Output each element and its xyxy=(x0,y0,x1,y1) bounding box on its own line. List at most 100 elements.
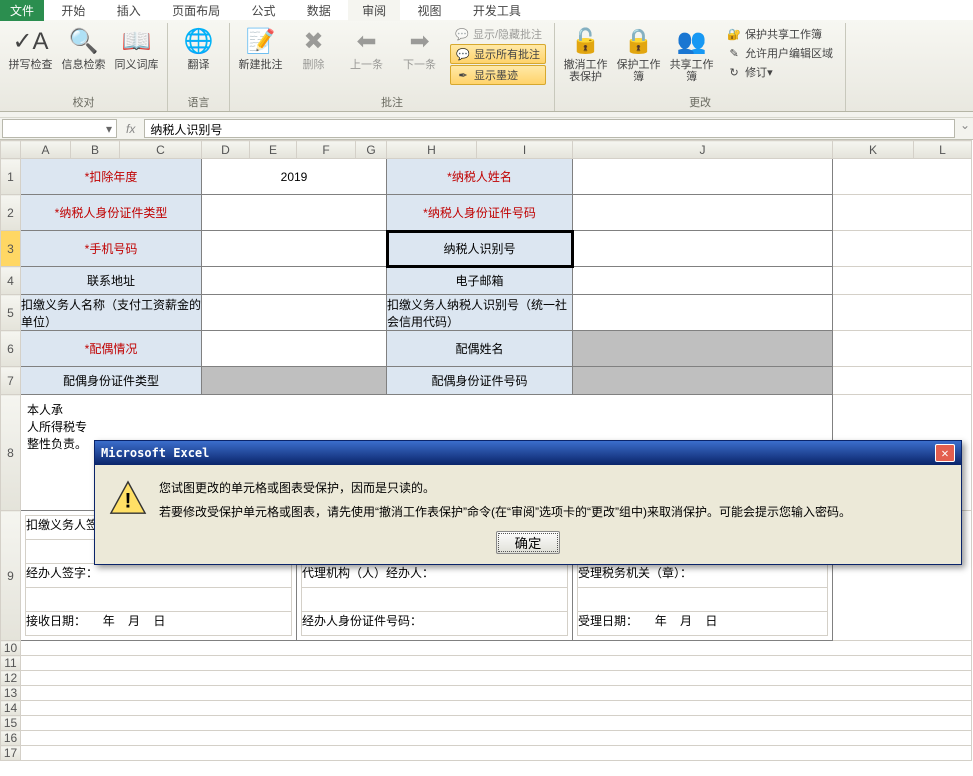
cell-empty[interactable] xyxy=(833,295,972,331)
row-5[interactable]: 5 xyxy=(1,295,21,331)
col-E[interactable]: E xyxy=(250,141,297,159)
cell-empty[interactable] xyxy=(21,671,972,686)
protect-share-button[interactable]: 🔐保护共享工作簿 xyxy=(722,25,837,43)
cell-taxid-value[interactable] xyxy=(573,231,833,267)
prev-comment-button[interactable]: ⬅ 上一条 xyxy=(344,23,389,85)
cell-empty[interactable] xyxy=(833,159,972,195)
cell-empty[interactable] xyxy=(21,701,972,716)
cell-label-spouse-idno[interactable]: 配偶身份证件号码 xyxy=(387,367,573,395)
row-10[interactable]: 10 xyxy=(1,641,21,656)
share-workbook-button[interactable]: 👥 共享工作簿 xyxy=(669,23,714,83)
row-1[interactable]: 1 xyxy=(1,159,21,195)
cell-empty[interactable] xyxy=(833,331,972,367)
tab-insert[interactable]: 插入 xyxy=(103,0,155,21)
namebox-dropdown-icon[interactable]: ▾ xyxy=(106,122,112,136)
cell-phone-value[interactable] xyxy=(202,231,387,267)
row-7[interactable]: 7 xyxy=(1,367,21,395)
ok-button[interactable]: 确定 xyxy=(496,531,561,554)
row-14[interactable]: 14 xyxy=(1,701,21,716)
cell-label-email[interactable]: 电子邮箱 xyxy=(387,267,573,295)
cell-empty[interactable] xyxy=(833,367,972,395)
translate-button[interactable]: 🌐 翻译 xyxy=(176,23,221,71)
row-12[interactable]: 12 xyxy=(1,671,21,686)
cell-label-name[interactable]: *纳税人姓名 xyxy=(387,159,573,195)
cell-label-address[interactable]: 联系地址 xyxy=(21,267,202,295)
cell-empty[interactable] xyxy=(21,656,972,671)
name-box[interactable]: ▾ xyxy=(2,119,117,138)
cell-label-spouse-idtype[interactable]: 配偶身份证件类型 xyxy=(21,367,202,395)
row-16[interactable]: 16 xyxy=(1,731,21,746)
new-comment-button[interactable]: 📝 新建批注 xyxy=(238,23,283,85)
cell-label-employer-id[interactable]: 扣缴义务人纳税人识别号（统一社会信用代码） xyxy=(387,295,573,331)
cell-spouse-idtype-value[interactable] xyxy=(202,367,387,395)
col-G[interactable]: G xyxy=(356,141,387,159)
tab-view[interactable]: 视图 xyxy=(404,0,456,21)
cell-empty[interactable] xyxy=(833,267,972,295)
row-15[interactable]: 15 xyxy=(1,716,21,731)
show-all-comments-button[interactable]: 💬显示所有批注 xyxy=(450,44,546,64)
cell-year-value[interactable]: 2019 xyxy=(202,159,387,195)
cell-label-spouse-name[interactable]: 配偶姓名 xyxy=(387,331,573,367)
cell-employer-id-value[interactable] xyxy=(573,295,833,331)
cell-empty[interactable] xyxy=(833,195,972,231)
cell-email-value[interactable] xyxy=(573,267,833,295)
cell-spouse-name-value[interactable] xyxy=(573,331,833,367)
cell-empty[interactable] xyxy=(21,716,972,731)
cell-idtype-value[interactable] xyxy=(202,195,387,231)
research-button[interactable]: 🔍 信息检索 xyxy=(61,23,106,71)
close-icon[interactable]: ✕ xyxy=(935,444,955,462)
fx-icon[interactable]: fx xyxy=(126,122,135,136)
col-L[interactable]: L xyxy=(914,141,972,159)
file-tab[interactable]: 文件 xyxy=(0,0,44,21)
unprotect-sheet-button[interactable]: 🔓 撤消工作表保护 xyxy=(563,23,608,83)
col-A[interactable]: A xyxy=(21,141,71,159)
row-13[interactable]: 13 xyxy=(1,686,21,701)
protect-workbook-button[interactable]: 🔒 保护工作簿 xyxy=(616,23,661,83)
col-J[interactable]: J xyxy=(573,141,833,159)
thesaurus-button[interactable]: 📖 同义词库 xyxy=(114,23,159,71)
row-11[interactable]: 11 xyxy=(1,656,21,671)
cell-spouse-idno-value[interactable] xyxy=(573,367,833,395)
cell-label-employer[interactable]: 扣缴义务人名称（支付工资薪金的单位） xyxy=(21,295,202,331)
cell-address-value[interactable] xyxy=(202,267,387,295)
cell-label-phone[interactable]: *手机号码 xyxy=(21,231,202,267)
cell-label-year[interactable]: *扣除年度 xyxy=(21,159,202,195)
row-8[interactable]: 8 xyxy=(1,395,21,511)
track-changes-button[interactable]: ↻修订 ▾ xyxy=(722,63,837,81)
col-K[interactable]: K xyxy=(833,141,914,159)
cell-label-spouse[interactable]: *配偶情况 xyxy=(21,331,202,367)
tab-developer[interactable]: 开发工具 xyxy=(459,0,535,21)
cell-empty[interactable] xyxy=(21,686,972,701)
cell-spouse-value[interactable] xyxy=(202,331,387,367)
formula-expand-icon[interactable]: ⌄ xyxy=(957,118,973,139)
tab-layout[interactable]: 页面布局 xyxy=(158,0,234,21)
cell-employer-value[interactable] xyxy=(202,295,387,331)
tab-data[interactable]: 数据 xyxy=(293,0,345,21)
col-B[interactable]: B xyxy=(71,141,120,159)
row-3[interactable]: 3 xyxy=(1,231,21,267)
col-C[interactable]: C xyxy=(120,141,202,159)
cell-label-taxid-active[interactable]: 纳税人识别号 xyxy=(387,231,573,267)
cell-empty[interactable] xyxy=(21,641,972,656)
cell-name-value[interactable] xyxy=(573,159,833,195)
row-17[interactable]: 17 xyxy=(1,746,21,761)
tab-home[interactable]: 开始 xyxy=(47,0,99,21)
cell-empty[interactable] xyxy=(21,731,972,746)
spellcheck-button[interactable]: ✓A 拼写检查 xyxy=(8,23,53,71)
showhide-comment-button[interactable]: 💬显示/隐藏批注 xyxy=(450,25,546,43)
dialog-titlebar[interactable]: Microsoft Excel ✕ xyxy=(95,441,961,465)
delete-comment-button[interactable]: ✖ 删除 xyxy=(291,23,336,85)
col-D[interactable]: D xyxy=(202,141,250,159)
row-9[interactable]: 9 xyxy=(1,511,21,641)
cell-empty[interactable] xyxy=(21,746,972,761)
tab-review[interactable]: 审阅 xyxy=(348,0,400,21)
formula-bar[interactable]: 纳税人识别号 xyxy=(144,119,955,138)
row-4[interactable]: 4 xyxy=(1,267,21,295)
tab-formulas[interactable]: 公式 xyxy=(237,0,289,21)
cell-empty[interactable] xyxy=(833,231,972,267)
row-2[interactable]: 2 xyxy=(1,195,21,231)
cell-idno-value[interactable] xyxy=(573,195,833,231)
cell-label-idno[interactable]: *纳税人身份证件号码 xyxy=(387,195,573,231)
next-comment-button[interactable]: ➡ 下一条 xyxy=(397,23,442,85)
select-all-corner[interactable] xyxy=(1,141,21,159)
